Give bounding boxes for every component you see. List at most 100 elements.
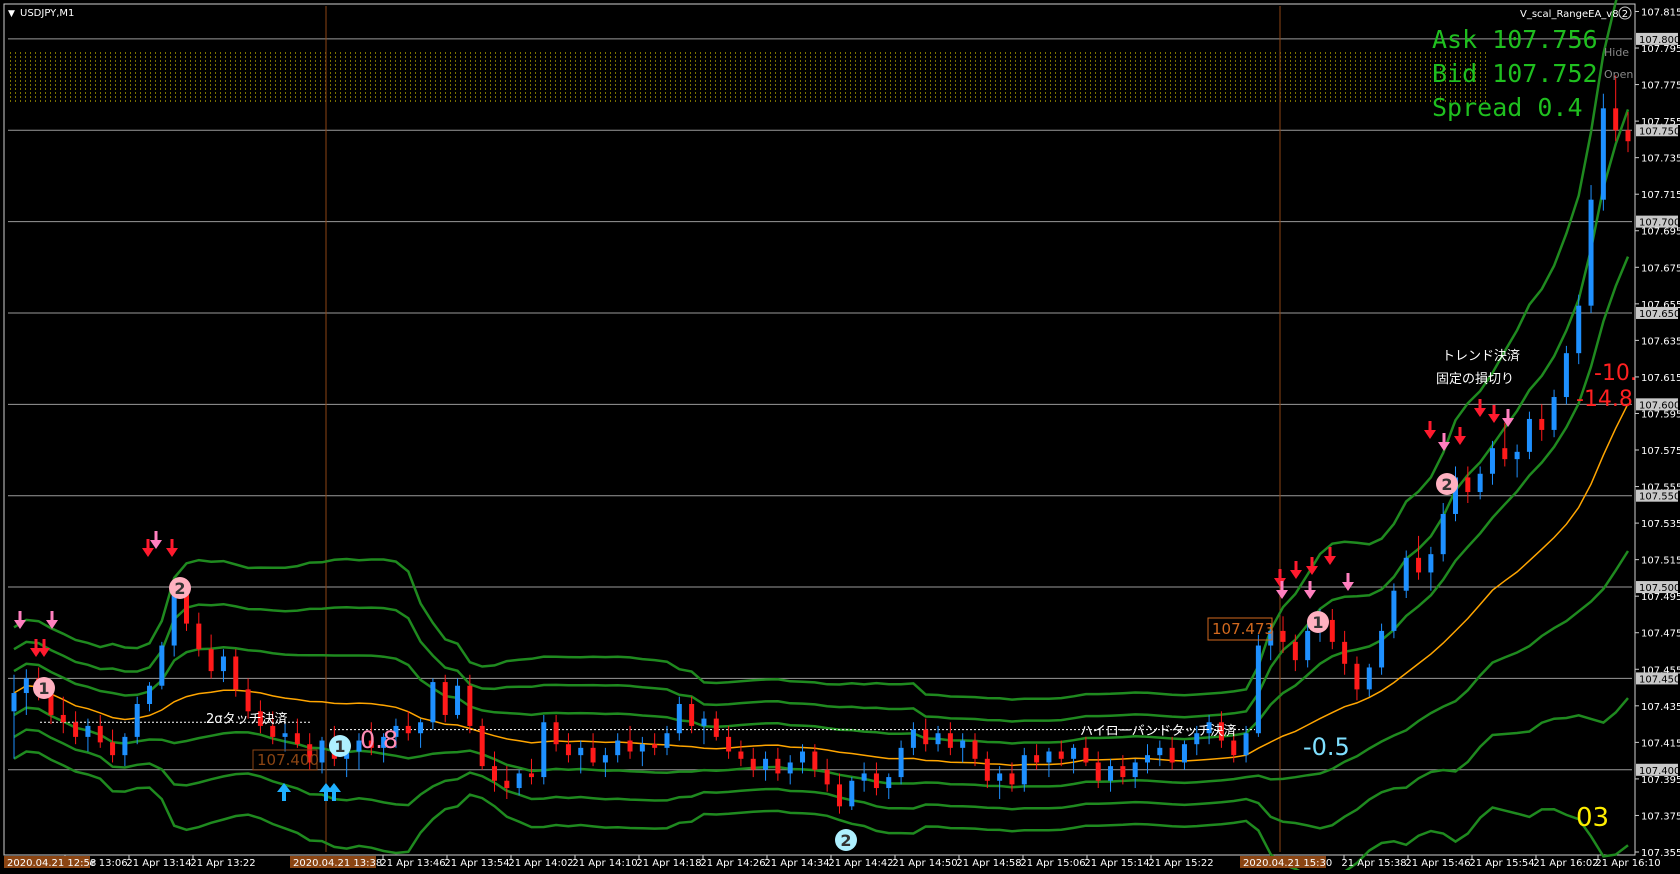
price-tick-label: 107.635 — [1641, 336, 1680, 347]
candle-body — [676, 703, 682, 734]
candle-body — [972, 740, 978, 759]
candle-body — [1095, 762, 1101, 781]
open-button[interactable]: Open — [1604, 68, 1633, 81]
candle-body — [898, 747, 904, 778]
trade-marker-number: 2 — [1441, 475, 1452, 494]
candle-body — [578, 747, 584, 756]
candle-body — [85, 725, 91, 737]
candle-body — [775, 758, 781, 774]
candle-body — [713, 718, 719, 737]
pnl-label: 0.8 — [360, 726, 398, 754]
chart-window[interactable]: 1 2 1 2 1 2 107.815 107.795 107.775 107.755 107.7… — [0, 0, 1680, 874]
time-tick-label: 21 Apr 16:10 — [1595, 858, 1660, 869]
candle-body — [1231, 740, 1237, 756]
time-highlight-label: 2020.04.21 15:30 — [1243, 858, 1332, 869]
candle-body — [171, 594, 177, 646]
hide-button[interactable]: Hide — [1604, 46, 1629, 59]
candle-body — [220, 656, 226, 672]
time-tick-label: 21 Apr 15:38 — [1341, 858, 1406, 869]
time-tick-label: 21 Apr 14:18 — [636, 858, 701, 869]
time-axis: 21 Apr 13:0621 Apr 13:1421 Apr 13:22 21 A… — [4, 855, 1661, 869]
price-level-label: 107.500 — [1639, 583, 1680, 594]
time-tick-label: 21 Apr 13:14 — [126, 858, 191, 869]
candle-body — [208, 649, 214, 672]
price-level-label: 107.600 — [1639, 400, 1680, 411]
trade-marker-number: 1 — [334, 737, 345, 756]
bid-readout: Bid 107.752 — [1432, 59, 1598, 88]
time-tick-label: 21 Apr 14:34 — [764, 858, 829, 869]
candle-body — [886, 777, 892, 789]
candle-body — [602, 755, 608, 763]
candle-body — [1157, 747, 1163, 756]
annotation-hilo-band: ハイローバンドタッチ決済 — [1080, 723, 1236, 739]
candle-body — [1526, 418, 1532, 452]
time-tick-label: 21 Apr 14:50 — [892, 858, 957, 869]
quote-panel-dots — [10, 50, 1490, 102]
candle-body — [824, 769, 830, 785]
candle-body — [455, 685, 461, 715]
candle-body — [122, 736, 128, 756]
trade-marker-number: 2 — [174, 579, 185, 598]
time-tick-label: 21 Apr 14:10 — [572, 858, 637, 869]
candle-body — [110, 742, 116, 756]
candle-body — [1292, 641, 1298, 661]
candle-body — [1305, 630, 1311, 661]
candle-body — [1046, 751, 1052, 763]
candle-body — [1243, 733, 1249, 756]
price-level-label: 107.650 — [1639, 309, 1680, 320]
candle-body — [159, 645, 165, 686]
candle-body — [553, 722, 559, 745]
candle-body — [726, 736, 732, 752]
candle-body — [528, 773, 534, 778]
pnl-label: -14.8 — [1576, 387, 1633, 412]
time-tick-label: 21 Apr 14:58 — [956, 858, 1021, 869]
price-level-label: 107.550 — [1639, 492, 1680, 503]
candle-body — [1416, 557, 1422, 573]
ea-label: V_scal_RangeEA_v8.2 — [1520, 9, 1628, 20]
candle-body — [1108, 766, 1114, 781]
candle-body — [910, 729, 916, 748]
candle-body — [664, 733, 670, 748]
time-tick-label: 21 Apr 13:22 — [190, 858, 255, 869]
level-label: 107.473 — [1212, 620, 1274, 638]
time-tick-label: 21 Apr 13:54 — [444, 858, 509, 869]
trade-marker-number: 1 — [38, 679, 49, 698]
candle-body — [504, 780, 510, 789]
candle-body — [960, 740, 966, 748]
candle-body — [196, 623, 202, 650]
candle-body — [997, 773, 1003, 781]
candle-body — [763, 758, 769, 770]
candle-body — [319, 740, 325, 763]
annotation-fixed-sl: 固定の損切り — [1436, 372, 1514, 387]
symbol-title-icon[interactable]: ▼ — [8, 9, 15, 19]
price-tick-label: 107.675 — [1641, 263, 1680, 274]
candle-body — [442, 682, 448, 715]
candle-body — [430, 682, 436, 723]
candle-body — [1403, 557, 1409, 591]
candle-body — [1280, 630, 1286, 642]
candle-body — [270, 725, 276, 737]
candle-body — [245, 689, 251, 712]
candle-body — [1342, 641, 1348, 664]
time-tick-label: 21 Apr 16:02 — [1533, 858, 1598, 869]
candle-body — [984, 758, 990, 781]
candle-body — [516, 773, 522, 789]
price-tick-label: 107.715 — [1641, 190, 1680, 201]
ask-readout: Ask 107.756 — [1432, 25, 1598, 54]
time-tick-label: 21 Apr 15:06 — [1020, 858, 1085, 869]
candle-body — [294, 733, 300, 745]
price-tick-label: 107.775 — [1641, 81, 1680, 92]
candle-body — [1255, 645, 1261, 734]
price-tick-label: 107.535 — [1641, 519, 1680, 530]
candle-body — [233, 656, 239, 690]
candle-body — [1600, 108, 1606, 200]
price-tick-label: 107.435 — [1641, 702, 1680, 713]
candle-body — [750, 758, 756, 770]
price-tick-label: 107.475 — [1641, 629, 1680, 640]
candle-body — [23, 678, 29, 694]
candle-body — [183, 594, 189, 624]
price-chart[interactable]: 1 2 1 2 1 2 107.815107.795107.775107.755107.7… — [0, 0, 1680, 874]
annotation-trend: トレンド決済 — [1442, 348, 1520, 364]
candle-body — [1071, 747, 1077, 759]
candle-body — [1354, 663, 1360, 690]
